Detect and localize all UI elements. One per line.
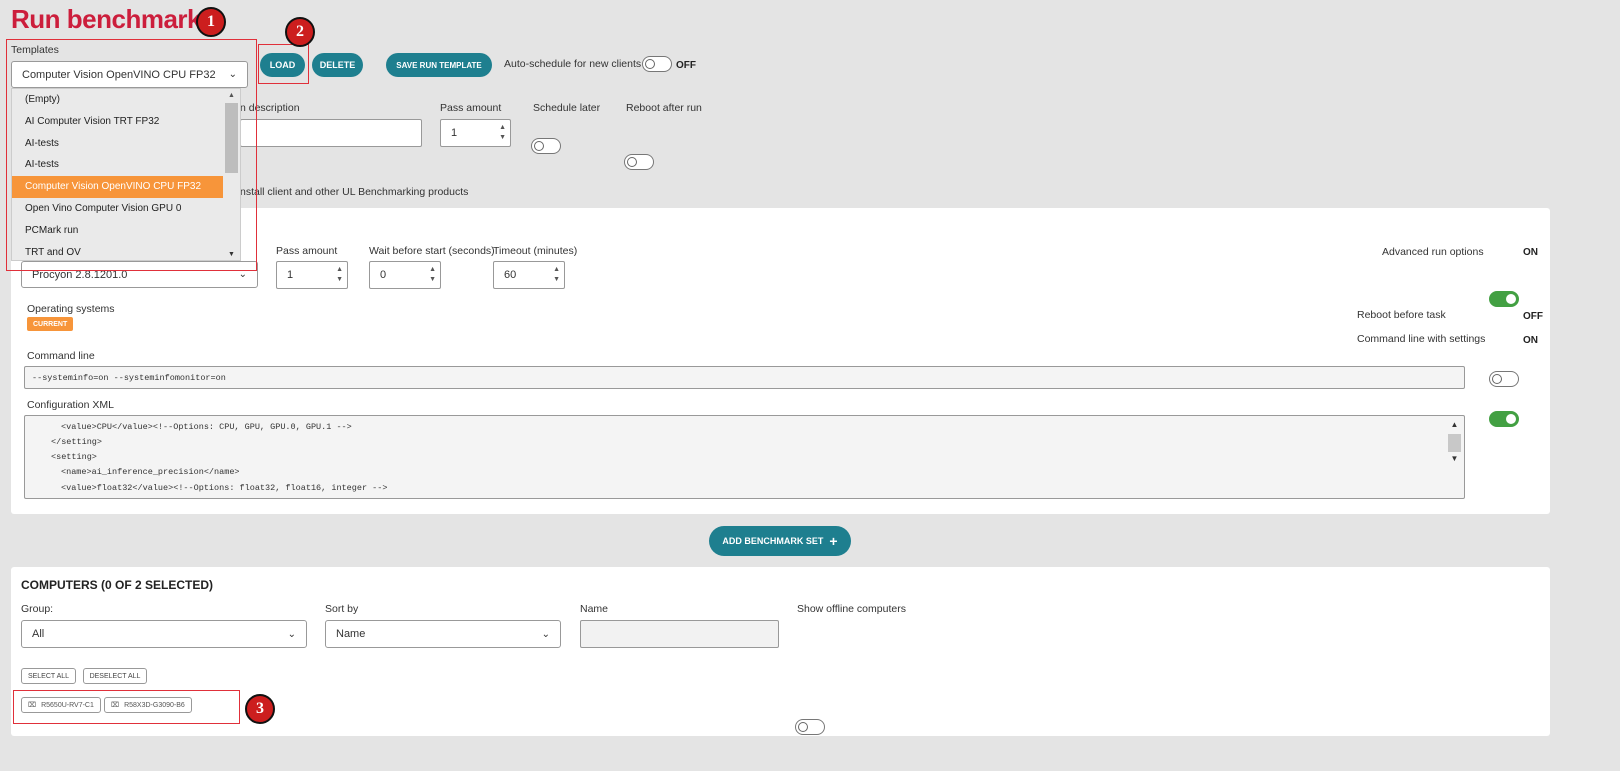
cmd-settings-state: ON [1523,335,1538,346]
group-select[interactable]: All ⌄ [21,620,307,648]
sort-select[interactable]: Name ⌄ [325,620,561,648]
annotation-box-1 [6,39,257,271]
add-benchmark-set-label: ADD BENCHMARK SET [722,536,824,546]
group-value: All [32,628,45,640]
pass-amount-label: Pass amount [440,102,502,114]
deselect-all-button[interactable]: DESELECT ALL [83,668,147,684]
advanced-options-toggle[interactable] [1489,291,1519,307]
xml-line: </setting> [51,437,103,447]
config-xml-textarea[interactable]: <value>CPU</value><!--Options: CPU, GPU,… [24,415,1465,499]
command-line-input[interactable]: --systeminfo=on --systeminfomonitor=on [24,366,1465,389]
xml-line: <name>ai_inference_precision</name> [61,467,240,477]
select-all-button[interactable]: SELECT ALL [21,668,76,684]
wait-value: 0 [380,269,387,281]
reboot-before-label: Reboot before task [1357,309,1446,321]
name-input[interactable] [580,620,779,648]
sort-value: Name [336,628,366,640]
auto-schedule-label: Auto-schedule for new clients [504,58,642,70]
command-line-value: --systeminfo=on --systeminfomonitor=on [32,373,226,383]
annotation-marker-2: 2 [285,17,315,47]
pass-amount-input[interactable]: 1 ▲ ▼ [440,119,511,147]
command-line-label: Command line [27,350,95,362]
xml-scrollbar[interactable]: ▲ ▼ [1448,420,1461,496]
advanced-options-label: Advanced run options [1382,246,1484,258]
stepper-icon[interactable]: ▲ ▼ [553,265,560,285]
annotation-box-2 [258,44,309,84]
xml-line: <value>float32</value><!--Options: float… [61,483,388,493]
timeout-input[interactable]: 60 ▲ ▼ [493,261,565,289]
group-label: Group: [21,603,54,615]
stepper-icon[interactable]: ▲ ▼ [499,123,506,143]
page-title: Run benchmarks [11,4,215,34]
show-offline-label: Show offline computers [797,603,906,615]
operating-systems-label: Operating systems [27,303,115,315]
computers-panel [11,567,1550,736]
config-xml-label: Configuration XML [27,399,114,411]
stepper-icon[interactable]: ▲ ▼ [429,265,436,285]
schedule-later-toggle[interactable] [531,138,561,154]
reboot-after-label: Reboot after run [626,102,702,114]
pass-amount-value: 1 [451,127,458,139]
set-pass-amount-input[interactable]: 1 ▲ ▼ [276,261,348,289]
cmd-settings-toggle[interactable] [1489,411,1519,427]
wait-input[interactable]: 0 ▲ ▼ [369,261,441,289]
schedule-later-label: Schedule later [533,102,601,114]
show-offline-toggle[interactable] [795,719,825,735]
auto-schedule-toggle[interactable] [642,56,672,72]
cmd-settings-label: Command line with settings [1357,333,1486,345]
set-pass-amount-value: 1 [287,269,294,281]
advanced-options-state: ON [1523,247,1538,258]
install-text: nstall client and other UL Benchmarking … [240,186,469,198]
timeout-value: 60 [504,269,517,281]
reboot-before-state: OFF [1523,311,1543,322]
xml-line: <value>CPU</value><!--Options: CPU, GPU,… [61,422,352,432]
annotation-box-3 [13,690,240,724]
annotation-marker-3: 3 [245,694,275,724]
reboot-after-toggle[interactable] [624,154,654,170]
reboot-before-toggle[interactable] [1489,371,1519,387]
chevron-down-icon: ⌄ [287,628,296,640]
xml-line: <setting> [51,452,97,462]
name-label: Name [580,603,609,615]
timeout-label: Timeout (minutes) [493,245,578,257]
save-run-template-button[interactable]: SAVE RUN TEMPLATE [386,53,492,77]
plus-icon: + [829,533,838,549]
sort-label: Sort by [325,603,359,615]
computers-title: COMPUTERS (0 OF 2 SELECTED) [21,578,214,592]
annotation-marker-1: 1 [196,7,226,37]
os-current-badge[interactable]: CURRENT [27,317,74,331]
stepper-icon[interactable]: ▲ ▼ [336,265,343,285]
chevron-down-icon: ⌄ [541,628,550,640]
auto-schedule-state: OFF [676,60,696,71]
set-pass-amount-label: Pass amount [276,245,338,257]
wait-label: Wait before start (seconds) [369,245,495,257]
delete-button[interactable]: DELETE [312,53,363,77]
add-benchmark-set-button[interactable]: ADD BENCHMARK SET + [709,526,851,556]
run-description-input[interactable] [240,119,422,147]
